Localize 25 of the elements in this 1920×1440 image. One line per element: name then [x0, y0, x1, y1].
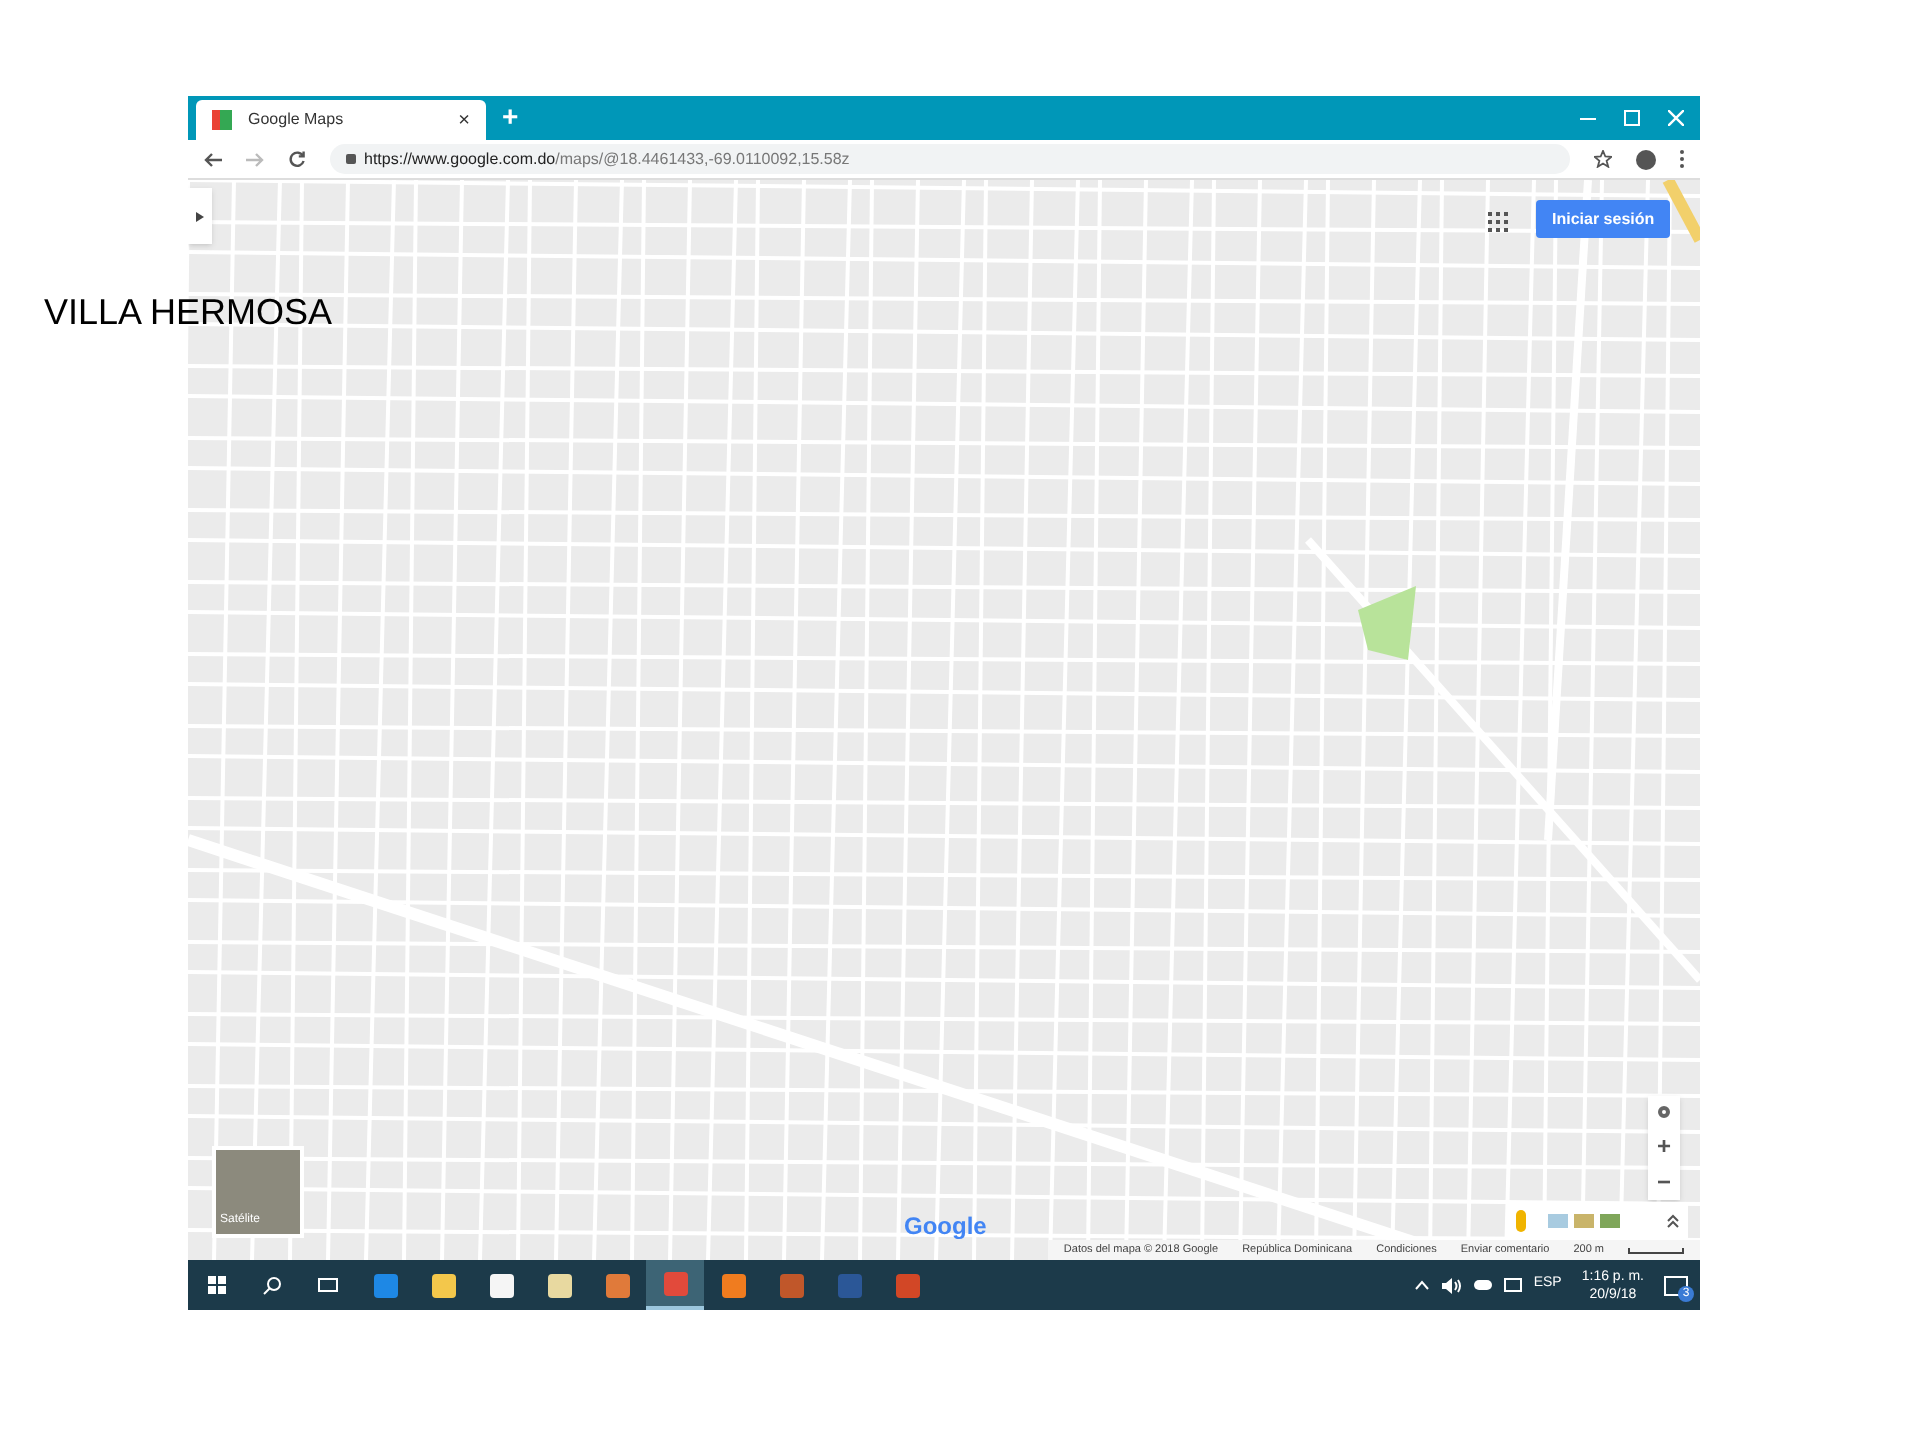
- scale-bar-icon: [1628, 1247, 1684, 1253]
- google-logo: Google: [904, 1210, 987, 1244]
- zoom-in-button[interactable]: +: [1648, 1128, 1680, 1164]
- tab-title: Google Maps: [248, 108, 344, 132]
- search-icon: [262, 1275, 282, 1295]
- slide-caption: VILLA HERMOSA: [44, 290, 333, 336]
- restore-icon[interactable]: [1624, 110, 1640, 126]
- sign-in-button[interactable]: Iniciar sesión: [1536, 200, 1671, 238]
- lock-icon: [346, 154, 356, 164]
- zoom-out-button[interactable]: −: [1648, 1164, 1680, 1200]
- url-field[interactable]: https://www.google.com.do/maps/@18.4461433,-69.0110092,15.58z: [330, 144, 1570, 174]
- back-arrow-icon[interactable]: [204, 151, 222, 167]
- reload-icon[interactable]: [288, 150, 306, 168]
- close-icon[interactable]: [1668, 110, 1684, 126]
- caret-icon[interactable]: [1413, 1280, 1430, 1290]
- triangle-icon: [196, 211, 204, 221]
- apps-grid-icon[interactable]: [1488, 212, 1508, 232]
- minimize-icon[interactable]: [1580, 117, 1596, 119]
- browser-tab[interactable]: Google Maps ×: [196, 100, 486, 140]
- star-icon[interactable]: [1594, 150, 1612, 168]
- side-panel-toggle[interactable]: [188, 188, 212, 244]
- close-tab-button[interactable]: ×: [458, 105, 470, 135]
- expand-icon[interactable]: [1666, 1213, 1680, 1227]
- account-icon[interactable]: [1636, 149, 1656, 169]
- speaker-icon[interactable]: [1441, 1277, 1462, 1293]
